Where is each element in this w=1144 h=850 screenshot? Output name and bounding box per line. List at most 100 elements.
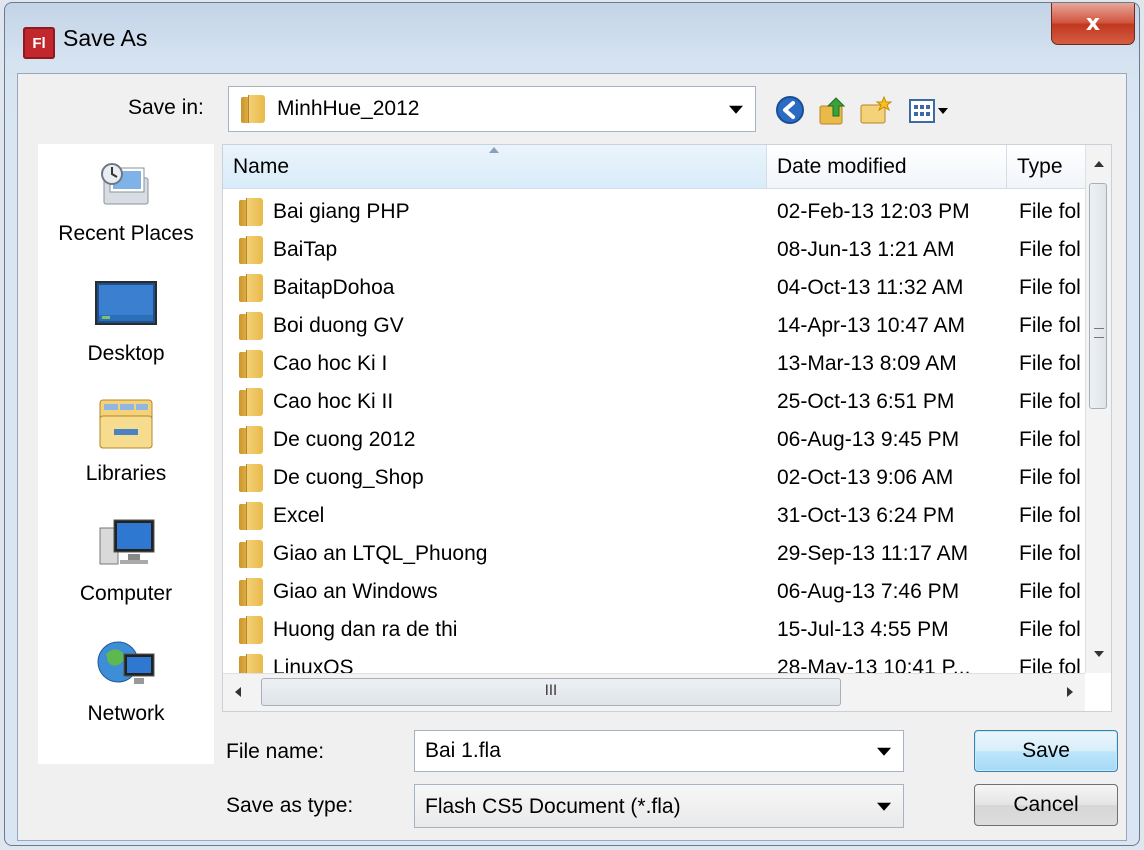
vertical-scrollbar[interactable] — [1085, 145, 1111, 673]
file-name-text: De cuong_Shop — [273, 466, 424, 490]
file-row[interactable]: Boi duong GV 14-Apr-13 10:47 AM File fol — [223, 307, 1091, 345]
folder-icon — [239, 350, 263, 379]
back-arrow-icon — [776, 96, 804, 124]
type-cell: File fol — [1019, 542, 1081, 565]
save-as-type-dropdown[interactable]: Flash CS5 Document (*.fla) — [414, 784, 904, 828]
up-one-level-button[interactable] — [816, 94, 852, 128]
type-cell: File fol — [1019, 466, 1081, 489]
file-name-text: Giao an LTQL_Phuong — [273, 542, 488, 566]
file-row[interactable]: BaiTap 08-Jun-13 1:21 AM File fol — [223, 231, 1091, 269]
file-name-cell[interactable]: Giao an Windows — [239, 573, 438, 611]
date-modified-cell: 14-Apr-13 10:47 AM — [777, 314, 965, 337]
scroll-down-icon[interactable] — [1094, 651, 1104, 657]
file-name-text: BaiTap — [273, 238, 338, 262]
folder-icon — [239, 578, 263, 607]
file-name-text: Huong dan ra de thi — [273, 618, 458, 642]
date-modified-cell: 02-Feb-13 12:03 PM — [777, 200, 970, 223]
folder-icon — [239, 198, 263, 227]
save-button[interactable]: Save — [974, 730, 1118, 772]
close-button[interactable]: x — [1051, 3, 1135, 45]
column-header-date[interactable]: Date modified — [767, 145, 1007, 189]
title-bar[interactable]: Fl Save As x — [5, 3, 1139, 75]
horizontal-scroll-thumb[interactable]: III — [261, 678, 841, 706]
type-cell: File fol — [1019, 314, 1081, 337]
file-name-input[interactable]: Bai 1.fla — [414, 730, 904, 772]
new-folder-button[interactable] — [858, 94, 894, 128]
type-cell: File fol — [1019, 238, 1081, 261]
chevron-down-icon — [877, 802, 891, 811]
file-name-text: Cao hoc Ki II — [273, 390, 394, 414]
file-row[interactable]: Giao an LTQL_Phuong 29-Sep-13 11:17 AM Fil… — [223, 535, 1091, 573]
save-in-dropdown[interactable]: MinhHue_2012 — [228, 86, 756, 132]
grip-icon — [1094, 328, 1104, 338]
place-label: Libraries — [85, 462, 167, 485]
file-name-cell[interactable]: Huong dan ra de thi — [239, 611, 457, 649]
desktop-icon — [94, 276, 158, 332]
file-name-text: Excel — [273, 504, 325, 528]
scroll-right-icon[interactable] — [1067, 687, 1073, 697]
chevron-down-icon[interactable] — [877, 747, 891, 756]
column-header-name[interactable]: Name — [223, 145, 767, 189]
type-cell: File fol — [1019, 276, 1081, 299]
file-list: Name Date modified Type Bai giang PHP 02-… — [222, 144, 1112, 712]
file-name-cell[interactable]: BaiTap — [239, 231, 337, 269]
folder-icon — [239, 312, 263, 341]
dialog-body: Save in: MinhHue_2012 Recent Places Desk… — [17, 73, 1127, 841]
place-network[interactable]: Network — [38, 636, 214, 726]
file-row[interactable]: Huong dan ra de thi 15-Jul-13 4:55 PM File… — [223, 611, 1091, 649]
recent-places-icon — [94, 156, 158, 212]
file-row[interactable]: Bai giang PHP 02-Feb-13 12:03 PM File fol — [223, 193, 1091, 231]
date-modified-cell: 02-Oct-13 9:06 AM — [777, 466, 954, 489]
view-menu-button[interactable] — [908, 94, 960, 128]
file-name-cell[interactable]: Giao an LTQL_Phuong — [239, 535, 487, 573]
file-name-text: Giao an Windows — [273, 580, 438, 604]
folder-icon — [239, 616, 263, 645]
file-row[interactable]: De cuong 2012 06-Aug-13 9:45 PM File fol — [223, 421, 1091, 459]
date-modified-cell: 04-Oct-13 11:32 AM — [777, 276, 964, 299]
place-label: Network — [87, 702, 165, 725]
file-row[interactable]: BaitapDohoa 04-Oct-13 11:32 AM File fol — [223, 269, 1091, 307]
column-header-type[interactable]: Type — [1007, 145, 1087, 189]
type-cell: File fol — [1019, 352, 1081, 375]
file-name-cell[interactable]: Cao hoc Ki I — [239, 345, 387, 383]
scroll-up-icon[interactable] — [1094, 161, 1104, 167]
file-name-cell[interactable]: De cuong_Shop — [239, 459, 424, 497]
file-row[interactable]: Cao hoc Ki II 25-Oct-13 6:51 PM File fol — [223, 383, 1091, 421]
chevron-down-icon — [729, 105, 743, 114]
cancel-button[interactable]: Cancel — [974, 784, 1118, 826]
date-modified-cell: 29-Sep-13 11:17 AM — [777, 542, 969, 565]
scroll-left-icon[interactable] — [235, 687, 241, 697]
file-name-cell[interactable]: De cuong 2012 — [239, 421, 415, 459]
date-modified-cell: 08-Jun-13 1:21 AM — [777, 238, 955, 261]
file-name-cell[interactable]: Bai giang PHP — [239, 193, 410, 231]
horizontal-scrollbar[interactable]: III — [223, 673, 1085, 711]
file-row[interactable]: Cao hoc Ki I 13-Mar-13 8:09 AM File fol — [223, 345, 1091, 383]
date-modified-cell: 06-Aug-13 9:45 PM — [777, 428, 960, 451]
save-as-dialog: Fl Save As x Save in: MinhHue_2012 Recen… — [4, 2, 1140, 846]
file-name-cell[interactable]: Boi duong GV — [239, 307, 404, 345]
file-name-cell[interactable]: BaitapDohoa — [239, 269, 394, 307]
network-icon — [94, 636, 158, 692]
file-row[interactable]: Giao an Windows 06-Aug-13 7:46 PM File fol — [223, 573, 1091, 611]
save-in-label: Save in: — [128, 96, 204, 119]
file-name-label: File name: — [226, 740, 325, 763]
date-modified-cell: 25-Oct-13 6:51 PM — [777, 390, 955, 413]
back-button[interactable] — [774, 94, 810, 128]
file-name-cell[interactable]: Excel — [239, 497, 324, 535]
place-computer[interactable]: Computer — [38, 516, 214, 606]
column-header-label: Name — [233, 155, 290, 178]
place-libraries[interactable]: Libraries — [38, 396, 214, 486]
place-recent-places[interactable]: Recent Places — [38, 156, 214, 246]
file-row[interactable]: De cuong_Shop 02-Oct-13 9:06 AM File fol — [223, 459, 1091, 497]
file-name-cell[interactable]: Cao hoc Ki II — [239, 383, 393, 421]
folder-icon — [239, 236, 263, 265]
libraries-icon — [94, 396, 158, 452]
places-bar: Recent Places Desktop Libraries Computer — [38, 144, 214, 764]
type-cell: File fol — [1019, 504, 1081, 527]
vertical-scroll-thumb[interactable] — [1089, 183, 1107, 409]
place-desktop[interactable]: Desktop — [38, 276, 214, 366]
file-name-text: Bai giang PHP — [273, 200, 410, 224]
file-name-value[interactable]: Bai 1.fla — [425, 739, 501, 763]
file-name-text: Cao hoc Ki I — [273, 352, 388, 376]
file-row[interactable]: Excel 31-Oct-13 6:24 PM File fol — [223, 497, 1091, 535]
